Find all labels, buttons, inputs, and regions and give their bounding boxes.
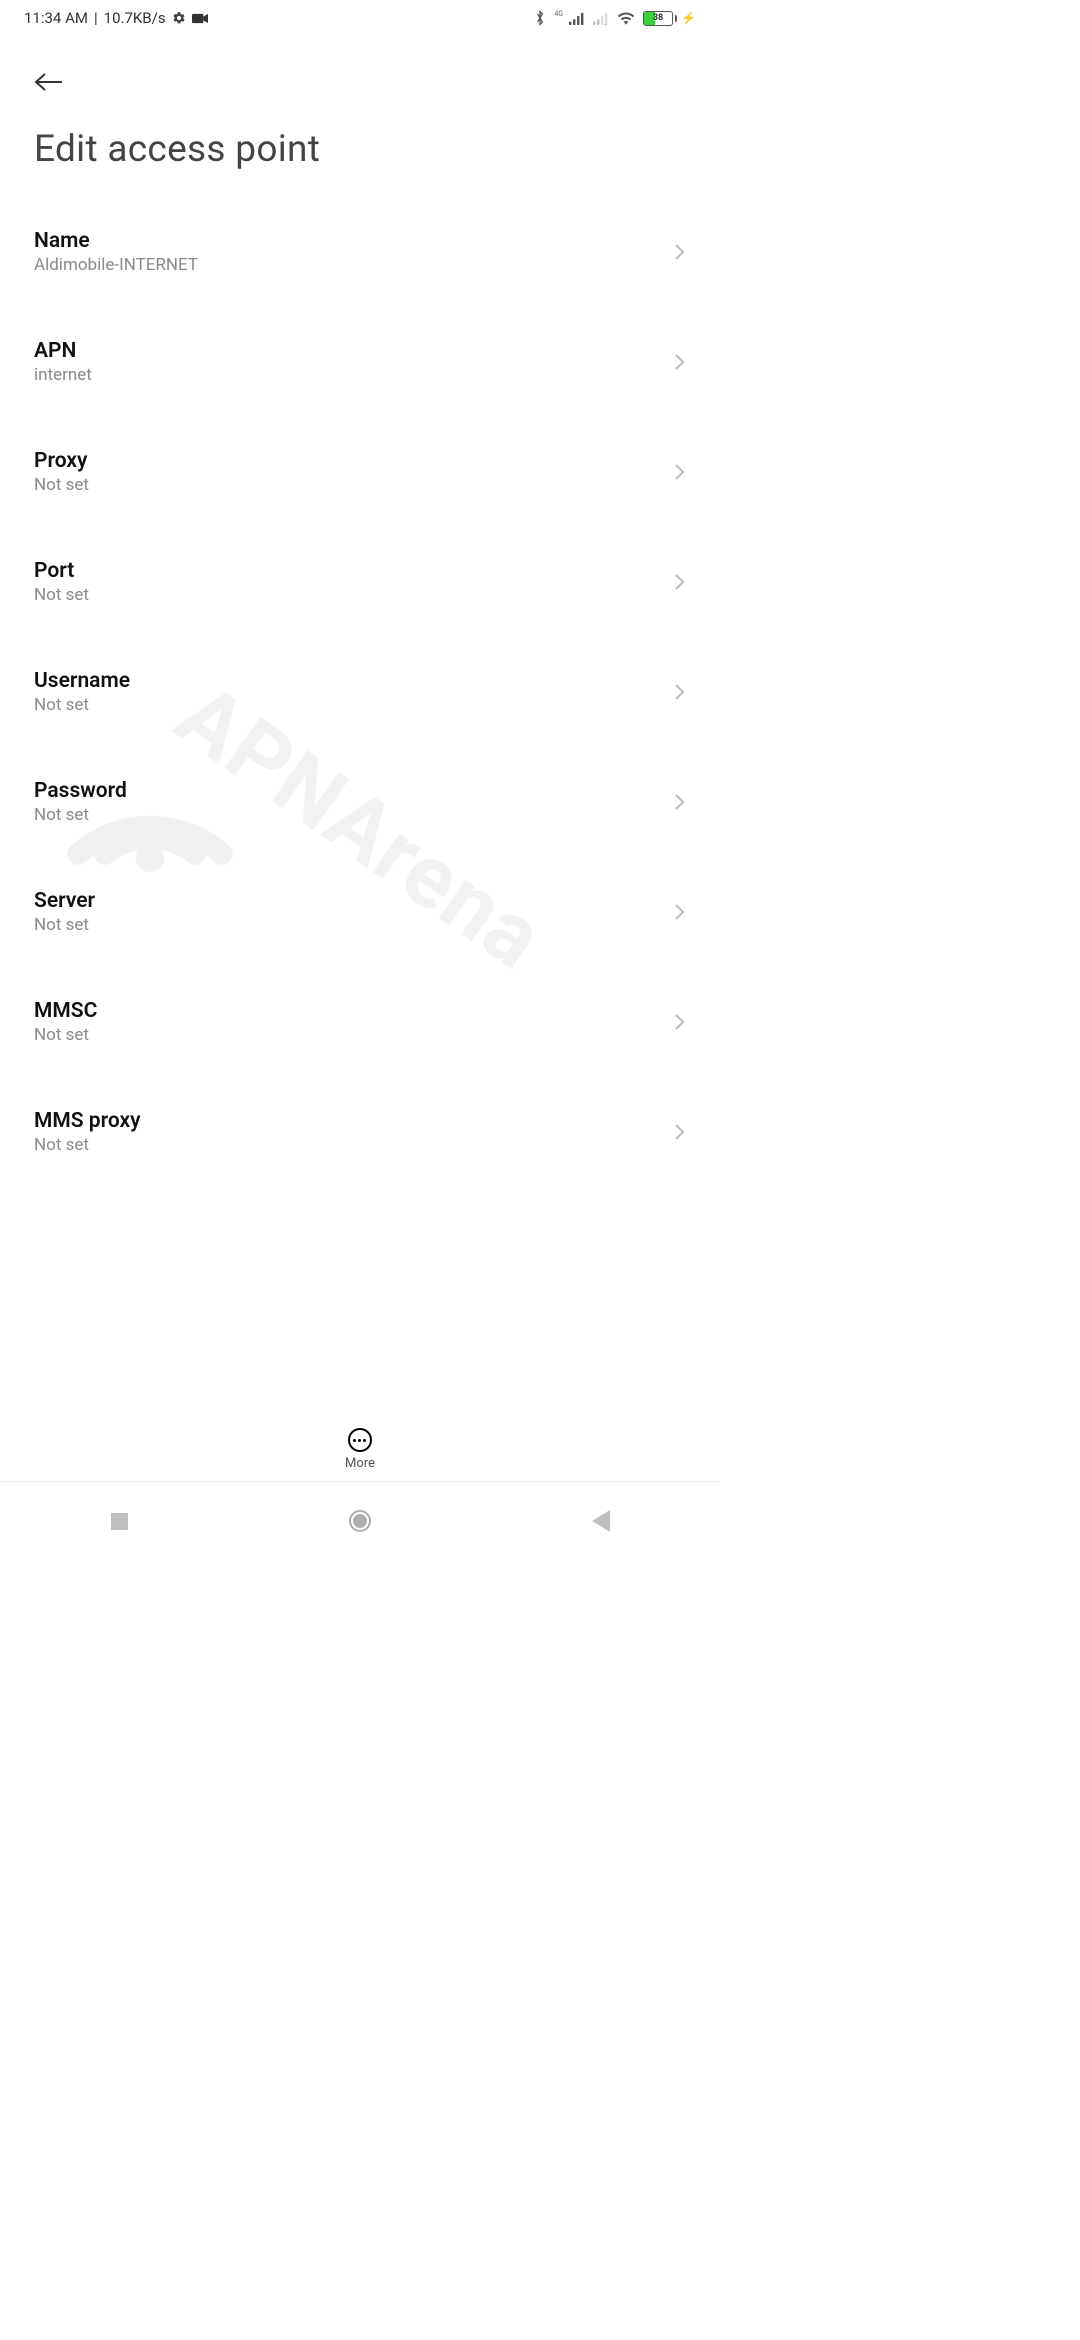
status-bar: 11:34 AM | 10.7KB/s 4G x 38 ⚡ [0, 0, 720, 36]
chevron-right-icon [674, 682, 686, 702]
battery-indicator: 38 ⚡ [643, 11, 696, 26]
bluetooth-icon [534, 10, 546, 26]
row-label: APN [34, 339, 674, 363]
bottom-toolbar: More [0, 1391, 720, 1481]
nav-recents-button[interactable] [111, 1513, 128, 1530]
row-label: Port [34, 559, 674, 583]
wifi-icon [617, 11, 635, 25]
row-value: Not set [34, 915, 674, 935]
row-value: Not set [34, 1135, 674, 1155]
chevron-right-icon [674, 462, 686, 482]
row-label: Server [34, 889, 674, 913]
row-label: Name [34, 229, 674, 253]
row-value: Aldimobile-INTERNET [34, 255, 674, 275]
signal-sim2-icon: x [593, 12, 609, 25]
row-value: Not set [34, 1025, 674, 1045]
page-title: Edit access point [34, 128, 686, 171]
back-button[interactable] [34, 62, 74, 102]
row-label: Password [34, 779, 674, 803]
gear-icon [172, 11, 186, 25]
row-mms-proxy[interactable]: MMS proxy Not set [34, 1091, 686, 1173]
row-value: Not set [34, 805, 674, 825]
status-time: 11:34 AM [24, 9, 88, 27]
chevron-right-icon [674, 1122, 686, 1142]
row-label: Proxy [34, 449, 674, 473]
row-port[interactable]: Port Not set [34, 541, 686, 623]
chevron-right-icon [674, 1012, 686, 1032]
row-value: Not set [34, 475, 674, 495]
chevron-right-icon [674, 572, 686, 592]
status-separator: | [94, 9, 98, 27]
chevron-right-icon [674, 902, 686, 922]
battery-percent: 38 [644, 12, 672, 25]
row-server[interactable]: Server Not set [34, 871, 686, 953]
chevron-right-icon [674, 792, 686, 812]
network-type-4g: 4G [554, 11, 563, 18]
signal-sim1-icon [569, 12, 585, 25]
nav-back-button[interactable] [592, 1510, 610, 1532]
charging-icon: ⚡ [681, 11, 696, 25]
chevron-right-icon [674, 242, 686, 262]
arrow-left-icon [34, 72, 64, 92]
camera-icon [192, 13, 208, 24]
row-label: MMS proxy [34, 1109, 674, 1133]
system-nav-bar [0, 1481, 720, 1560]
row-username[interactable]: Username Not set [34, 651, 686, 733]
row-mmsc[interactable]: MMSC Not set [34, 981, 686, 1063]
row-name[interactable]: Name Aldimobile-INTERNET [34, 211, 686, 293]
chevron-right-icon [674, 352, 686, 372]
row-value: Not set [34, 695, 674, 715]
row-label: MMSC [34, 999, 674, 1023]
more-label: More [345, 1456, 375, 1471]
row-proxy[interactable]: Proxy Not set [34, 431, 686, 513]
row-value: Not set [34, 585, 674, 605]
settings-list: Name Aldimobile-INTERNET APN internet Pr… [0, 171, 720, 1173]
more-icon [348, 1428, 372, 1452]
row-apn[interactable]: APN internet [34, 321, 686, 403]
row-password[interactable]: Password Not set [34, 761, 686, 843]
row-value: internet [34, 365, 674, 385]
nav-home-button[interactable] [349, 1510, 371, 1532]
more-button[interactable]: More [345, 1428, 375, 1471]
status-netspeed: 10.7KB/s [104, 9, 166, 27]
row-label: Username [34, 669, 674, 693]
